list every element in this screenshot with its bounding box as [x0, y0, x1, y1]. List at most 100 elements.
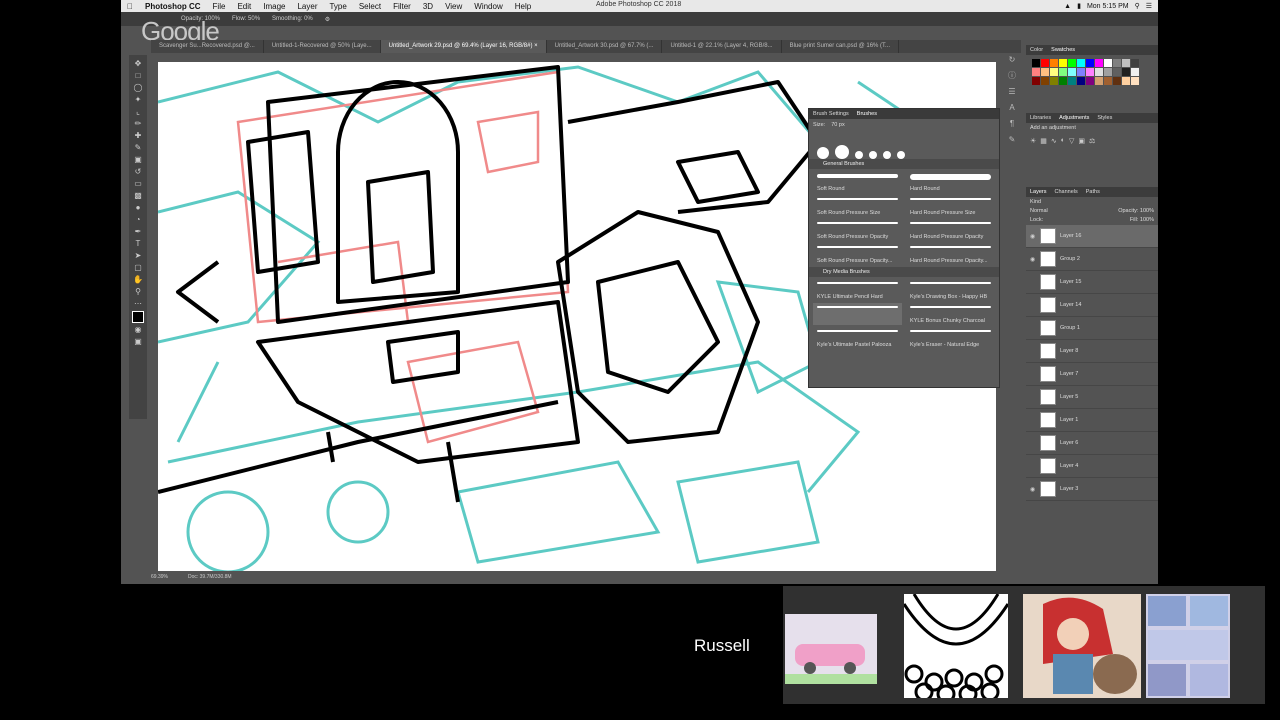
- brush-tip[interactable]: [855, 151, 863, 159]
- swatch[interactable]: [1077, 77, 1085, 85]
- swatch[interactable]: [1104, 68, 1112, 76]
- layer-fill[interactable]: Fill: 100%: [1130, 217, 1154, 223]
- brush-size-field[interactable]: 70 px: [831, 122, 844, 128]
- brush-preset-selected[interactable]: [813, 303, 902, 325]
- visibility-eye-icon[interactable]: ◉: [1030, 256, 1036, 263]
- battery-icon[interactable]: ▮: [1077, 2, 1081, 10]
- layer-row[interactable]: Layer 15: [1026, 271, 1158, 294]
- menu-layer[interactable]: Layer: [291, 2, 323, 11]
- path-select-tool-icon[interactable]: ➤: [133, 251, 143, 261]
- swatch[interactable]: [1032, 59, 1040, 67]
- vibrance-icon[interactable]: ▽: [1069, 137, 1074, 145]
- swatch[interactable]: [1104, 59, 1112, 67]
- brush-preset[interactable]: Hard Round Pressure Opacity: [906, 219, 995, 241]
- clock[interactable]: Mon 5:15 PM: [1087, 3, 1129, 10]
- menu-type[interactable]: Type: [323, 2, 352, 11]
- hand-tool-icon[interactable]: ✋: [133, 275, 143, 285]
- move-tool-icon[interactable]: ✥: [133, 59, 143, 69]
- doc-tab-active[interactable]: Untitled_Artwork 29.psd @ 69.4% (Layer 1…: [380, 40, 547, 53]
- color-swatch-icon[interactable]: [132, 311, 144, 323]
- pen-tool-icon[interactable]: ✒: [133, 227, 143, 237]
- swatch[interactable]: [1122, 77, 1130, 85]
- layer-row[interactable]: Layer 7: [1026, 363, 1158, 386]
- brightness-icon[interactable]: ☀: [1030, 137, 1036, 145]
- layer-row[interactable]: ◉ Group 2: [1026, 248, 1158, 271]
- brush-preset[interactable]: Hard Round Pressure Opacity...: [906, 243, 995, 265]
- swatch[interactable]: [1086, 59, 1094, 67]
- brush-preset[interactable]: Hard Round: [906, 171, 995, 193]
- tab-swatches[interactable]: Swatches: [1051, 47, 1075, 53]
- tab-paths[interactable]: Paths: [1086, 189, 1100, 195]
- shape-tool-icon[interactable]: ▢: [133, 263, 143, 273]
- swatch[interactable]: [1095, 59, 1103, 67]
- eyedropper-tool-icon[interactable]: ✏: [133, 119, 143, 129]
- flow-control[interactable]: Flow: 50%: [232, 16, 260, 22]
- crop-tool-icon[interactable]: ⌞: [133, 107, 143, 117]
- zoom-level[interactable]: 69.39%: [151, 574, 168, 580]
- swatch[interactable]: [1041, 59, 1049, 67]
- menu-help[interactable]: Help: [509, 2, 537, 11]
- swatch[interactable]: [1086, 77, 1094, 85]
- swatch[interactable]: [1068, 68, 1076, 76]
- brush-tip[interactable]: [869, 151, 877, 159]
- history-icon[interactable]: ↻: [1007, 55, 1017, 65]
- menu-file[interactable]: File: [207, 2, 232, 11]
- swatch[interactable]: [1050, 59, 1058, 67]
- paragraph-icon[interactable]: ¶: [1007, 119, 1017, 129]
- hue-icon[interactable]: ▣: [1078, 137, 1085, 145]
- swatch[interactable]: [1032, 68, 1040, 76]
- brush-tip[interactable]: [817, 147, 829, 159]
- swatch[interactable]: [1131, 77, 1139, 85]
- layer-row[interactable]: Layer 14: [1026, 294, 1158, 317]
- swatch[interactable]: [1032, 77, 1040, 85]
- swatch[interactable]: [1113, 59, 1121, 67]
- balance-icon[interactable]: ⚖: [1089, 137, 1095, 145]
- swatch[interactable]: [1095, 68, 1103, 76]
- layer-kind-filter[interactable]: Kind: [1030, 199, 1154, 205]
- blur-tool-icon[interactable]: ●: [133, 203, 143, 213]
- brush-tip[interactable]: [883, 151, 891, 159]
- swatch[interactable]: [1050, 68, 1058, 76]
- swatch[interactable]: [1131, 68, 1139, 76]
- swatch[interactable]: [1095, 77, 1103, 85]
- swatch[interactable]: [1041, 77, 1049, 85]
- visibility-eye-icon[interactable]: ◉: [1030, 233, 1036, 240]
- swatch[interactable]: [1113, 77, 1121, 85]
- brush-preset[interactable]: Soft Round Pressure Opacity: [813, 219, 902, 241]
- layer-row[interactable]: Layer 5: [1026, 386, 1158, 409]
- swatch[interactable]: [1086, 68, 1094, 76]
- stamp-tool-icon[interactable]: ▣: [133, 155, 143, 165]
- menu-filter[interactable]: Filter: [387, 2, 417, 11]
- layer-opacity[interactable]: Opacity: 100%: [1118, 208, 1154, 214]
- layer-row[interactable]: Layer 4: [1026, 455, 1158, 478]
- blend-mode-select[interactable]: Normal: [1030, 208, 1048, 214]
- character-icon[interactable]: A: [1007, 103, 1017, 113]
- layer-row[interactable]: Layer 8: [1026, 340, 1158, 363]
- doc-tab[interactable]: Untitled-1 @ 22.1% (Layer 4, RGB/8...: [662, 40, 782, 53]
- swatch[interactable]: [1104, 77, 1112, 85]
- brush-tip[interactable]: [897, 151, 905, 159]
- marquee-tool-icon[interactable]: □: [133, 71, 143, 81]
- brush-preset[interactable]: KYLE Ultimate Pencil Hard: [813, 279, 902, 301]
- levels-icon[interactable]: ▦: [1040, 137, 1047, 145]
- menu-edit[interactable]: Edit: [231, 2, 257, 11]
- gear-icon[interactable]: ⚙: [325, 16, 330, 23]
- thumbnail-pink-car[interactable]: [785, 614, 877, 684]
- brush-group-dry-media[interactable]: Dry Media Brushes: [809, 267, 999, 277]
- menu-list-icon[interactable]: ☰: [1146, 2, 1152, 10]
- swatch[interactable]: [1122, 59, 1130, 67]
- swatch[interactable]: [1131, 59, 1139, 67]
- brush-preset[interactable]: Soft Round Pressure Opacity...: [813, 243, 902, 265]
- swatch[interactable]: [1041, 68, 1049, 76]
- brush-preset[interactable]: Soft Round: [813, 171, 902, 193]
- menu-image[interactable]: Image: [257, 2, 291, 11]
- apple-icon[interactable]: : [121, 2, 139, 11]
- brush-group-general[interactable]: General Brushes: [809, 159, 999, 169]
- doc-tab[interactable]: Untitled-1-Recovered @ 50% (Laye...: [264, 40, 381, 53]
- brush-preset[interactable]: Kyle's Drawing Box - Happy HB: [906, 279, 995, 301]
- screen-mode-icon[interactable]: ▣: [133, 337, 143, 347]
- curves-icon[interactable]: ∿: [1051, 137, 1057, 145]
- lasso-tool-icon[interactable]: ◯: [133, 83, 143, 93]
- swatch[interactable]: [1077, 68, 1085, 76]
- tab-color[interactable]: Color: [1030, 47, 1043, 53]
